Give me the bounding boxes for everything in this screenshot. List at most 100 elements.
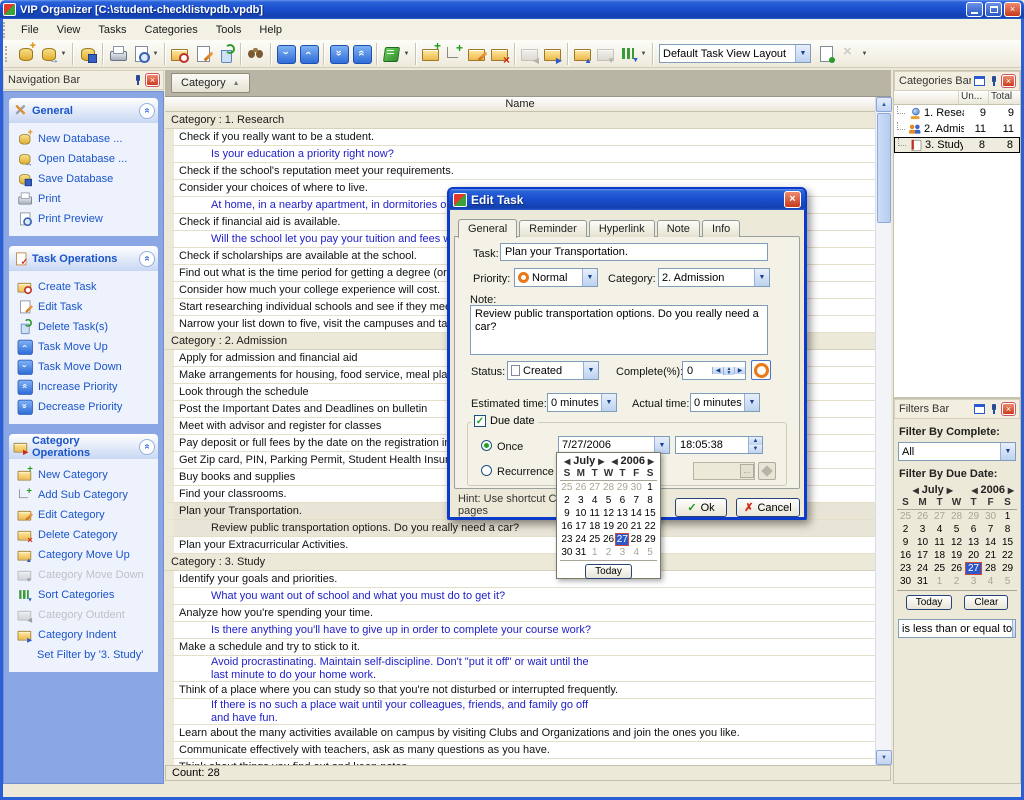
vertical-scrollbar[interactable]: ▲ ▼ bbox=[875, 97, 891, 765]
sidebar-item-category-indent[interactable]: Category Indent bbox=[16, 626, 156, 643]
sidebar-item-save-database[interactable]: Save Database bbox=[16, 170, 156, 187]
sidebar-item-task-move-up[interactable]: Task Move Up bbox=[16, 338, 156, 355]
category-row[interactable]: 2. Admissi1111 bbox=[894, 121, 1020, 137]
prev-month-icon[interactable]: ◀ bbox=[910, 486, 922, 495]
calendar-day[interactable]: 6 bbox=[965, 523, 982, 536]
open-database-button[interactable]: ▼ bbox=[37, 42, 69, 65]
calendar-day[interactable]: 8 bbox=[999, 523, 1016, 536]
calendar-day[interactable]: 4 bbox=[931, 523, 948, 536]
sidebar-item-create-task[interactable]: Create Task bbox=[16, 278, 156, 295]
prev-month-icon[interactable]: ◀ bbox=[561, 457, 573, 466]
calendar-day[interactable]: 26 bbox=[574, 481, 588, 494]
next-year-icon[interactable]: ▶ bbox=[1005, 486, 1017, 495]
calendar-day[interactable]: 10 bbox=[914, 536, 931, 549]
calendar-day[interactable]: 2 bbox=[602, 546, 616, 559]
calendar-day[interactable]: 29 bbox=[999, 562, 1016, 575]
due-time-spinner[interactable]: 18:05:38 ▲▼ bbox=[675, 436, 763, 454]
calendar-day[interactable]: 27 bbox=[931, 510, 948, 523]
spin-updown-icon[interactable]: ▲▼ bbox=[748, 437, 762, 453]
calendar-day[interactable]: 29 bbox=[965, 510, 982, 523]
calendar-day[interactable]: 27 bbox=[965, 562, 982, 575]
nav-group-header[interactable]: Category Operations bbox=[9, 434, 158, 459]
calendar-day[interactable]: 28 bbox=[982, 562, 999, 575]
chevron-down-icon[interactable]: ▼ bbox=[151, 51, 160, 57]
calendar-day[interactable]: 16 bbox=[897, 549, 914, 562]
menu-file[interactable]: File bbox=[12, 21, 48, 39]
calendar-day[interactable]: 28 bbox=[602, 481, 616, 494]
ok-button[interactable]: ✓ Ok bbox=[675, 498, 727, 517]
category-move-up-button[interactable] bbox=[571, 42, 594, 65]
calendar-day[interactable]: 5 bbox=[948, 523, 965, 536]
calendar-day[interactable]: 20 bbox=[965, 549, 982, 562]
group-by-category-button[interactable]: Category ▲ bbox=[171, 73, 250, 93]
collapse-chevron-icon[interactable] bbox=[139, 439, 155, 455]
prev-year-icon[interactable]: ◀ bbox=[969, 486, 981, 495]
today-button[interactable]: Today bbox=[585, 564, 632, 579]
task-row[interactable]: Identify your goals and priorities. bbox=[165, 571, 875, 588]
calendar-day[interactable]: 3 bbox=[965, 575, 982, 588]
task-view-layout-select[interactable]: Default Task View Layout▼ bbox=[659, 44, 811, 63]
pin-icon[interactable] bbox=[988, 403, 999, 415]
calendar-day[interactable]: 28 bbox=[629, 533, 643, 546]
sort-categories-button[interactable]: ▼ bbox=[617, 42, 649, 65]
calendar-day[interactable]: 2 bbox=[948, 575, 965, 588]
tab-general[interactable]: General bbox=[458, 219, 517, 238]
category-group-header[interactable]: Category : 3. Study bbox=[165, 554, 875, 571]
calendar-day[interactable]: 12 bbox=[602, 507, 616, 520]
calendar-day[interactable]: 30 bbox=[897, 575, 914, 588]
calendar-day[interactable]: 26 bbox=[948, 562, 965, 575]
calendar-day[interactable]: 11 bbox=[931, 536, 948, 549]
spin-right-icon[interactable]: ▶ bbox=[734, 367, 745, 374]
delete-category-button[interactable] bbox=[488, 42, 511, 65]
new-category-button[interactable] bbox=[419, 42, 442, 65]
calendar-day[interactable]: 22 bbox=[999, 549, 1016, 562]
calendar-day[interactable]: 18 bbox=[588, 520, 602, 533]
tab-reminder[interactable]: Reminder bbox=[519, 220, 587, 237]
task-move-down-button[interactable] bbox=[274, 42, 297, 65]
priority-select[interactable]: Normal ▼ bbox=[514, 268, 598, 287]
due-date-condition-select[interactable]: is less than or equal to ▼ bbox=[898, 619, 1016, 638]
category-row[interactable]: 3. Study88 bbox=[894, 137, 1020, 153]
spin-updown-icon[interactable]: ▲▼ bbox=[723, 367, 734, 375]
calendar-day[interactable]: 31 bbox=[574, 546, 588, 559]
menu-view[interactable]: View bbox=[48, 21, 90, 39]
pin-icon[interactable] bbox=[988, 75, 999, 87]
task-note-row[interactable]: Avoid procrastinating. Maintain self-dis… bbox=[165, 656, 875, 682]
sidebar-item-new-category[interactable]: New Category bbox=[16, 466, 156, 483]
task-row[interactable]: Communicate effectively with teachers, a… bbox=[165, 742, 875, 759]
tab-note[interactable]: Note bbox=[657, 220, 700, 237]
calendar-day[interactable]: 8 bbox=[643, 494, 657, 507]
timer-button[interactable] bbox=[751, 360, 771, 380]
sidebar-item-set-filter-by-3-study[interactable]: Set Filter by '3. Study' bbox=[16, 646, 156, 663]
calendar-day[interactable]: 17 bbox=[574, 520, 588, 533]
menu-help[interactable]: Help bbox=[250, 21, 291, 39]
sidebar-item-task-move-down[interactable]: Task Move Down bbox=[16, 358, 156, 375]
name-column-header[interactable]: Name bbox=[165, 97, 875, 112]
task-row[interactable]: Analyze how you're spending your time. bbox=[165, 605, 875, 622]
status-select[interactable]: Created ▼ bbox=[507, 361, 599, 380]
calendar-day[interactable]: 6 bbox=[615, 494, 629, 507]
scroll-up-button[interactable]: ▲ bbox=[876, 97, 892, 112]
calendar-day[interactable]: 25 bbox=[588, 533, 602, 546]
menu-categories[interactable]: Categories bbox=[136, 21, 207, 39]
calendar-day[interactable]: 3 bbox=[574, 494, 588, 507]
calendar-day[interactable]: 27 bbox=[615, 533, 629, 546]
apply-layout-button[interactable] bbox=[814, 42, 837, 65]
calendar-day[interactable]: 13 bbox=[965, 536, 982, 549]
close-icon[interactable] bbox=[1002, 403, 1015, 415]
task-note-row[interactable]: Is there anything you'll have to give up… bbox=[165, 622, 875, 639]
sidebar-item-open-database[interactable]: Open Database ... bbox=[16, 150, 156, 167]
maximize-button[interactable] bbox=[985, 2, 1002, 17]
recurrence-radio[interactable] bbox=[481, 465, 492, 476]
next-month-icon[interactable]: ▶ bbox=[944, 486, 956, 495]
calendar-day[interactable]: 1 bbox=[588, 546, 602, 559]
close-icon[interactable] bbox=[1002, 75, 1015, 87]
category-indent-button[interactable] bbox=[541, 42, 564, 65]
task-note-row[interactable]: What you want out of school and what you… bbox=[165, 588, 875, 605]
due-date-checkbox[interactable]: ✓ bbox=[474, 415, 486, 427]
calendar-day[interactable]: 21 bbox=[629, 520, 643, 533]
minimize-button[interactable] bbox=[966, 2, 983, 17]
calendar-day[interactable]: 1 bbox=[999, 510, 1016, 523]
nav-group-header[interactable]: Task Operations bbox=[9, 246, 158, 271]
chevron-down-icon[interactable]: ▼ bbox=[59, 51, 68, 57]
